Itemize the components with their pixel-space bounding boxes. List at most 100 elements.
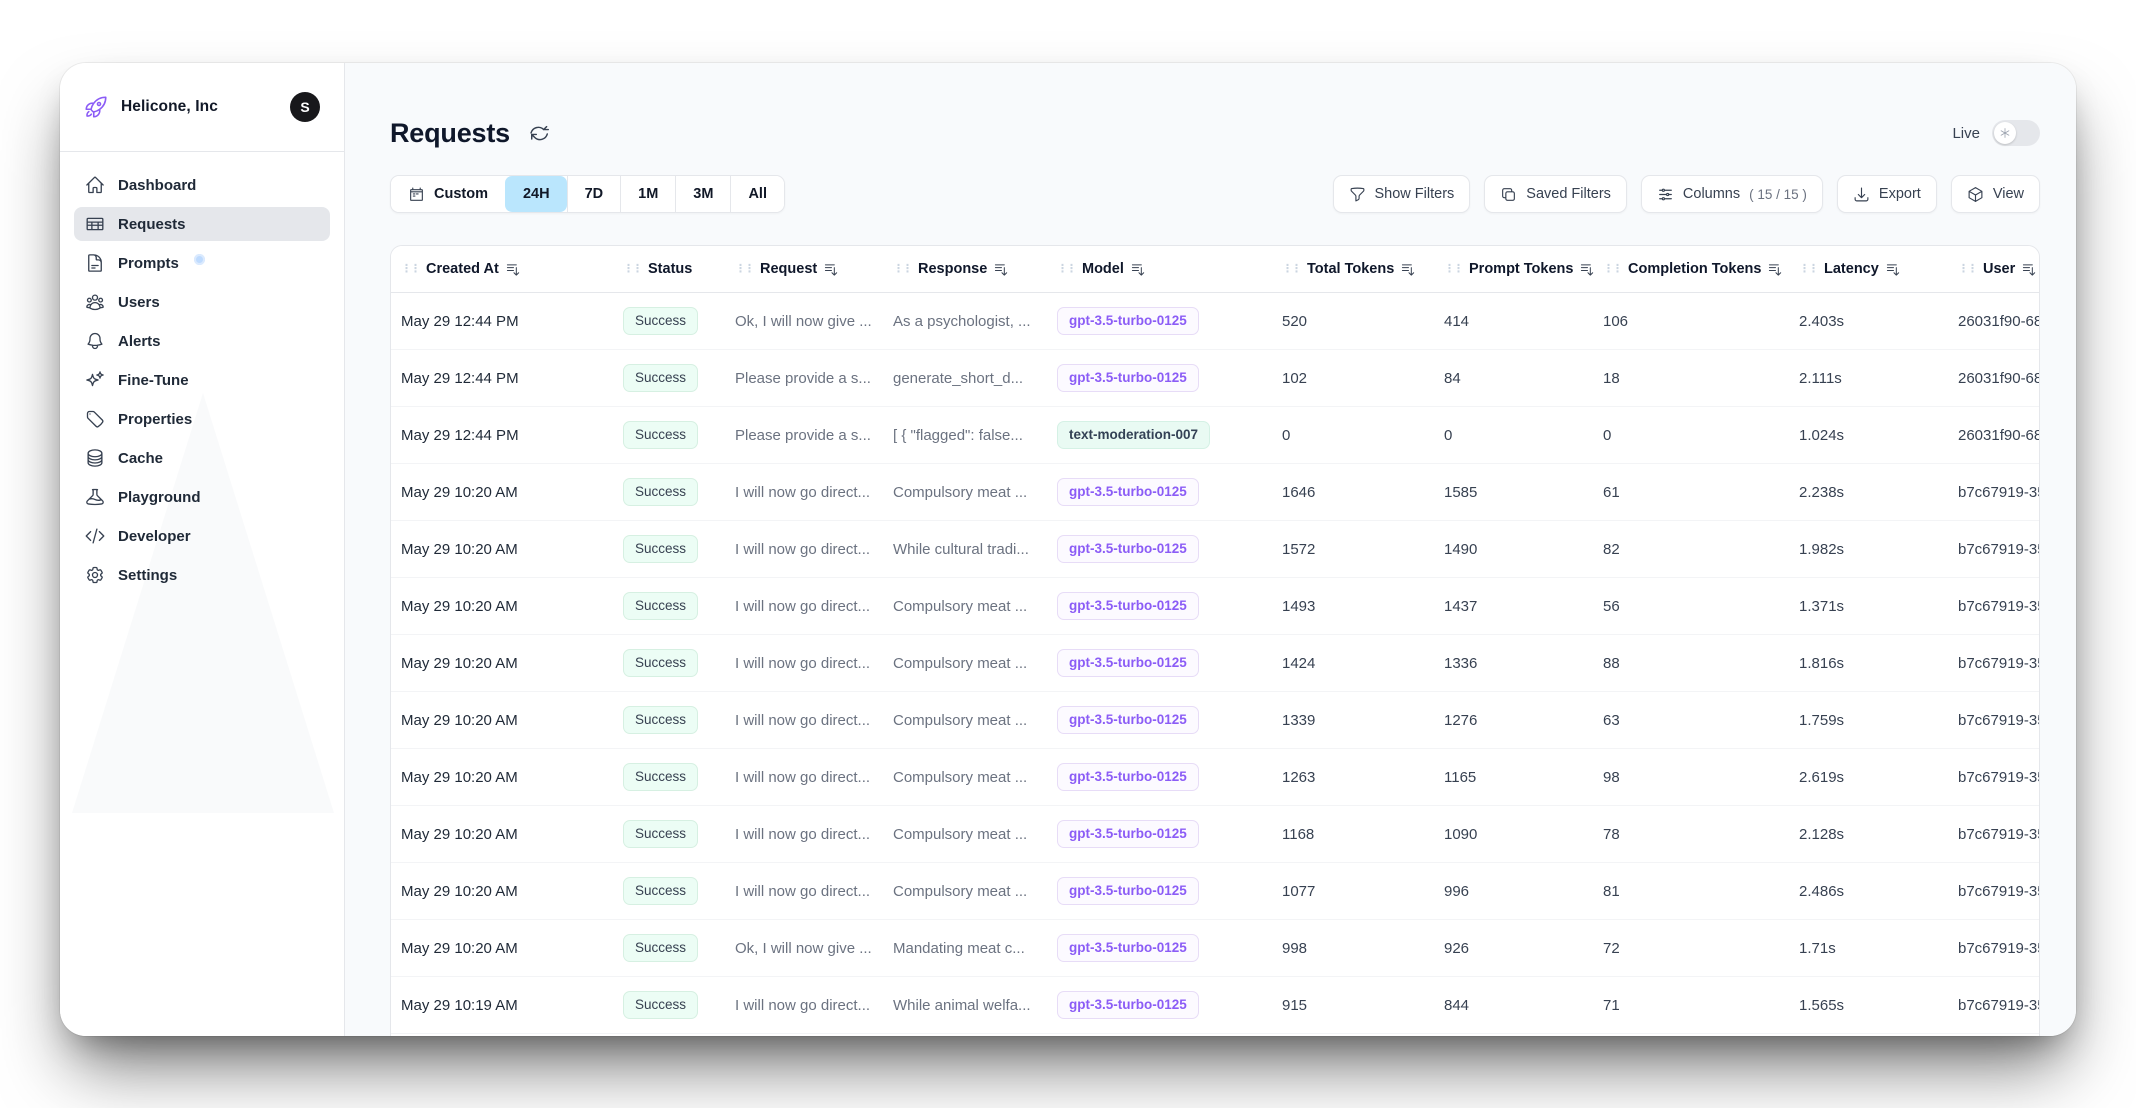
drag-handle-icon[interactable]: ⋮⋮ <box>1282 264 1300 275</box>
refresh-button[interactable] <box>528 121 552 145</box>
column-header-created-at[interactable]: ⋮⋮Created At <box>401 261 623 277</box>
drag-handle-icon[interactable]: ⋮⋮ <box>893 264 911 275</box>
users-icon <box>85 292 105 312</box>
copy-icon <box>1500 186 1517 203</box>
status-cell: Success <box>623 421 735 449</box>
completion-tokens-cell: 88 <box>1603 655 1799 672</box>
table-row[interactable]: May 29 10:20 AMSuccessI will now go dire… <box>391 464 2039 521</box>
column-header-status[interactable]: ⋮⋮Status <box>623 261 735 277</box>
saved-filters-button[interactable]: Saved Filters <box>1484 175 1627 213</box>
latency-cell: 1.565s <box>1799 997 1958 1014</box>
table-row[interactable]: May 29 10:20 AMSuccessI will now go dire… <box>391 692 2039 749</box>
column-header-user[interactable]: ⋮⋮User <box>1958 261 2039 277</box>
prompt-tokens-cell: 84 <box>1444 370 1603 387</box>
show-filters-button[interactable]: Show Filters <box>1333 175 1471 213</box>
table-row[interactable]: May 29 10:20 AMSuccessI will now go dire… <box>391 749 2039 806</box>
drag-handle-icon[interactable]: ⋮⋮ <box>623 264 641 275</box>
gear-icon <box>85 565 105 585</box>
live-toggle[interactable] <box>1992 120 2040 146</box>
table-row[interactable]: May 29 10:20 AMSuccessI will now go dire… <box>391 806 2039 863</box>
column-header-model[interactable]: ⋮⋮Model <box>1057 261 1282 277</box>
drag-handle-icon[interactable]: ⋮⋮ <box>401 264 419 275</box>
user-cell: b7c67919-35 <box>1958 883 2039 900</box>
time-range-24h[interactable]: 24H <box>505 176 567 212</box>
table-row[interactable]: May 29 10:20 AMSuccessI will now go dire… <box>391 863 2039 920</box>
column-header-prompt-tokens[interactable]: ⋮⋮Prompt Tokens <box>1444 261 1603 277</box>
drag-handle-icon[interactable]: ⋮⋮ <box>1444 264 1462 275</box>
column-header-latency[interactable]: ⋮⋮Latency <box>1799 261 1958 277</box>
sidebar-item-label: Playground <box>118 489 201 506</box>
time-range-3m[interactable]: 3M <box>675 176 730 212</box>
sidebar-item-settings[interactable]: Settings <box>74 558 330 592</box>
sidebar-item-label: Settings <box>118 567 177 584</box>
table-row[interactable]: May 29 10:19 AMSuccessI will now go dire… <box>391 977 2039 1034</box>
time-range-1m[interactable]: 1M <box>620 176 675 212</box>
table-row[interactable]: May 29 12:44 PMSuccessPlease provide a s… <box>391 407 2039 464</box>
model-cell: gpt-3.5-turbo-0125 <box>1057 991 1282 1019</box>
columns-button[interactable]: Columns ( 15 / 15 ) <box>1641 175 1823 213</box>
table-row[interactable]: May 29 12:44 PMSuccessPlease provide a s… <box>391 350 2039 407</box>
table-row[interactable]: May 29 10:20 AMSuccessOk, I will now giv… <box>391 920 2039 977</box>
drag-handle-icon[interactable]: ⋮⋮ <box>1958 264 1976 275</box>
prompt-tokens-cell: 0 <box>1444 427 1603 444</box>
completion-tokens-cell: 98 <box>1603 769 1799 786</box>
sidebar-item-cache[interactable]: Cache <box>74 441 330 475</box>
table-row[interactable]: May 29 10:20 AMSuccessI will now go dire… <box>391 635 2039 692</box>
user-cell: b7c67919-35 <box>1958 484 2039 501</box>
page-title: Requests <box>390 118 510 149</box>
drag-handle-icon[interactable]: ⋮⋮ <box>1799 264 1817 275</box>
sidebar-item-developer[interactable]: Developer <box>74 519 330 553</box>
org-switcher[interactable]: Helicone, Inc S <box>60 63 344 152</box>
drag-handle-icon[interactable]: ⋮⋮ <box>1603 264 1621 275</box>
refresh-icon <box>529 121 551 143</box>
time-range-all[interactable]: All <box>730 176 784 212</box>
prompt-tokens-cell: 1336 <box>1444 655 1603 672</box>
response-cell: While cultural tradi... <box>893 541 1057 558</box>
table-row[interactable]: May 29 10:20 AMSuccessI will now go dire… <box>391 578 2039 635</box>
created-at-cell: May 29 10:20 AM <box>401 940 623 957</box>
time-range-custom[interactable]: Custom <box>391 176 505 212</box>
status-badge: Success <box>623 934 698 962</box>
sidebar-item-dashboard[interactable]: Dashboard <box>74 168 330 202</box>
sidebar-item-alerts[interactable]: Alerts <box>74 324 330 358</box>
drag-handle-icon[interactable]: ⋮⋮ <box>1057 264 1075 275</box>
sidebar-item-users[interactable]: Users <box>74 285 330 319</box>
model-cell: gpt-3.5-turbo-0125 <box>1057 649 1282 677</box>
table-row[interactable]: May 29 12:44 PMSuccessOk, I will now giv… <box>391 293 2039 350</box>
table-row[interactable]: May 29 10:20 AMSuccessI will now go dire… <box>391 521 2039 578</box>
completion-tokens-cell: 81 <box>1603 883 1799 900</box>
total-tokens-cell: 520 <box>1282 313 1444 330</box>
model-cell: text-moderation-007 <box>1057 421 1282 449</box>
model-badge: gpt-3.5-turbo-0125 <box>1057 478 1199 506</box>
time-range-7d[interactable]: 7D <box>567 176 621 212</box>
avatar[interactable]: S <box>290 92 320 122</box>
column-header-request[interactable]: ⋮⋮Request <box>735 261 893 277</box>
column-header-response[interactable]: ⋮⋮Response <box>893 261 1057 277</box>
export-button[interactable]: Export <box>1837 175 1937 213</box>
app-window: Helicone, Inc S Dashboard Requests Prompts… <box>60 63 2076 1036</box>
sidebar-item-playground[interactable]: Playground <box>74 480 330 514</box>
drag-handle-icon[interactable]: ⋮⋮ <box>735 264 753 275</box>
response-cell: Compulsory meat ... <box>893 883 1057 900</box>
sidebar-item-fine-tune[interactable]: Fine-Tune <box>74 363 330 397</box>
created-at-cell: May 29 10:20 AM <box>401 883 623 900</box>
latency-cell: 2.128s <box>1799 826 1958 843</box>
request-cell: I will now go direct... <box>735 883 893 900</box>
user-cell: 26031f90-68 <box>1958 313 2039 330</box>
total-tokens-cell: 1424 <box>1282 655 1444 672</box>
sidebar-item-prompts[interactable]: Prompts <box>74 246 330 280</box>
sparkles-icon <box>85 370 105 390</box>
completion-tokens-cell: 71 <box>1603 997 1799 1014</box>
sidebar-item-properties[interactable]: Properties <box>74 402 330 436</box>
prompt-tokens-cell: 1276 <box>1444 712 1603 729</box>
view-button[interactable]: View <box>1951 175 2040 213</box>
created-at-cell: May 29 10:20 AM <box>401 484 623 501</box>
latency-cell: 1.816s <box>1799 655 1958 672</box>
user-cell: b7c67919-35 <box>1958 655 2039 672</box>
column-header-total-tokens[interactable]: ⋮⋮Total Tokens <box>1282 261 1444 277</box>
sidebar-item-requests[interactable]: Requests <box>74 207 330 241</box>
download-icon <box>1853 186 1870 203</box>
column-header-completion-tokens[interactable]: ⋮⋮Completion Tokens <box>1603 261 1799 277</box>
response-cell: While animal welfa... <box>893 997 1057 1014</box>
model-badge: gpt-3.5-turbo-0125 <box>1057 820 1199 848</box>
